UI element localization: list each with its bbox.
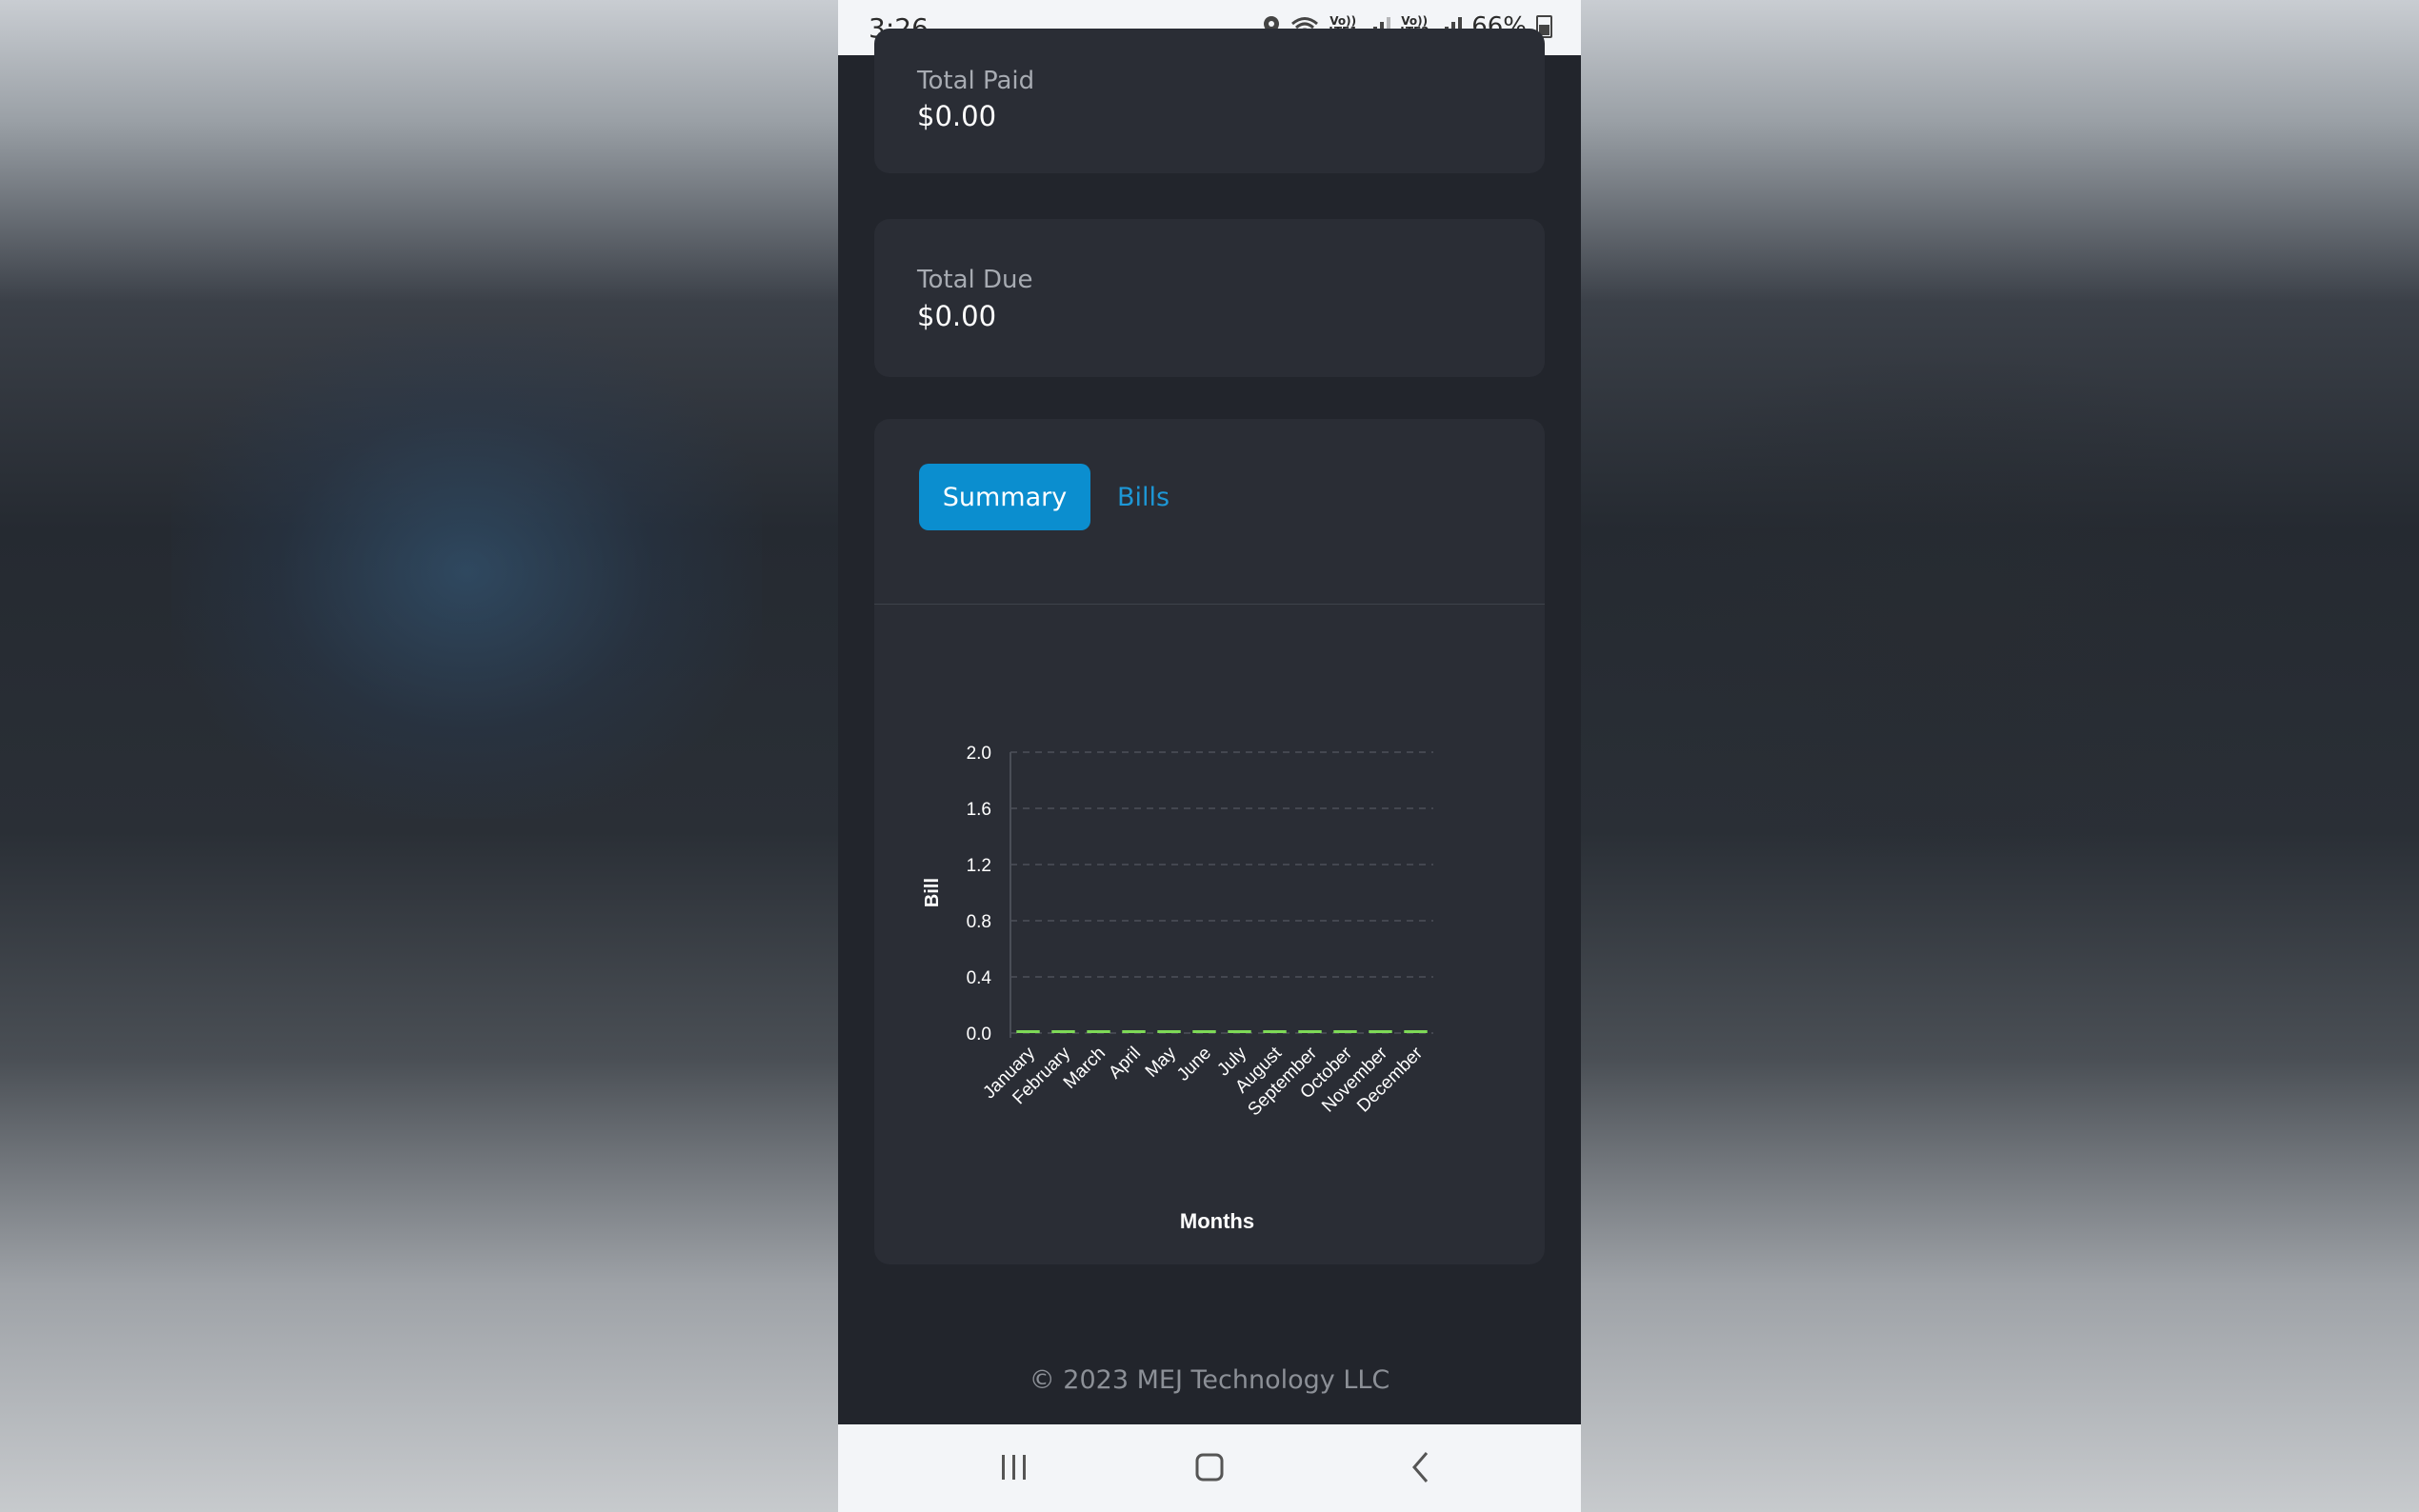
x-tick-label: May bbox=[1142, 1043, 1181, 1082]
total-paid-value: $0.00 bbox=[917, 100, 997, 132]
chart-xlabel: Months bbox=[1180, 1209, 1254, 1233]
bar-october bbox=[1333, 1030, 1357, 1033]
total-paid-card: Total Paid $0.00 bbox=[874, 29, 1545, 173]
bar-june bbox=[1192, 1030, 1216, 1033]
y-tick-label: 1.6 bbox=[967, 800, 991, 820]
bill-chart: 0.0 0.4 0.8 1.2 1.6 2.0 JanuaryFebruaryMarchA… bbox=[922, 744, 1433, 1233]
bar-april bbox=[1122, 1030, 1146, 1033]
footer-copyright: © 2023 MEJ Technology LLC bbox=[1029, 1365, 1390, 1395]
total-paid-label: Total Paid bbox=[917, 67, 1035, 95]
y-tick-label: 0.0 bbox=[967, 1025, 991, 1044]
x-tick-label: June bbox=[1173, 1044, 1215, 1085]
home-icon[interactable] bbox=[1186, 1443, 1233, 1491]
chart-y-ticks: 0.0 0.4 0.8 1.2 1.6 2.0 bbox=[967, 744, 992, 1044]
background-blur-right bbox=[1619, 362, 2286, 857]
navigation-bar bbox=[838, 1424, 1581, 1512]
bar-december bbox=[1404, 1030, 1428, 1033]
bar-august bbox=[1263, 1030, 1287, 1033]
y-tick-label: 0.8 bbox=[967, 912, 991, 932]
bar-july bbox=[1228, 1030, 1251, 1033]
x-tick-label: April bbox=[1105, 1044, 1145, 1084]
recent-apps-icon[interactable] bbox=[990, 1443, 1038, 1491]
back-icon[interactable] bbox=[1398, 1443, 1446, 1491]
chart-x-ticks: JanuaryFebruaryMarchAprilMayJuneJulyAugu… bbox=[979, 1043, 1427, 1120]
tab-summary[interactable]: Summary bbox=[919, 464, 1090, 530]
y-tick-label: 2.0 bbox=[967, 744, 991, 764]
total-due-value: $0.00 bbox=[917, 300, 997, 332]
total-due-label: Total Due bbox=[917, 266, 1033, 294]
bar-september bbox=[1298, 1030, 1322, 1033]
y-tick-label: 1.2 bbox=[967, 856, 991, 876]
bar-november bbox=[1369, 1030, 1392, 1033]
bar-january bbox=[1016, 1030, 1040, 1033]
bar-march bbox=[1087, 1030, 1110, 1033]
phone-screen: 3:26 Vo)) LTE1 Vo)) LTE2 66% Total Paid … bbox=[838, 0, 1581, 1512]
summary-card: Summary Bills 0.0 0.4 0.8 1.2 1.6 2.0 January… bbox=[874, 419, 1545, 1264]
chart-ylabel: Bill bbox=[922, 878, 943, 907]
tab-bills[interactable]: Bills bbox=[1117, 464, 1170, 530]
bar-may bbox=[1157, 1030, 1181, 1033]
chart-grid bbox=[1010, 751, 1433, 1034]
background-blur-left bbox=[171, 324, 762, 819]
total-due-card: Total Due $0.00 bbox=[874, 219, 1545, 377]
y-tick-label: 0.4 bbox=[967, 968, 992, 988]
tab-divider bbox=[874, 604, 1545, 605]
bar-february bbox=[1051, 1030, 1075, 1033]
